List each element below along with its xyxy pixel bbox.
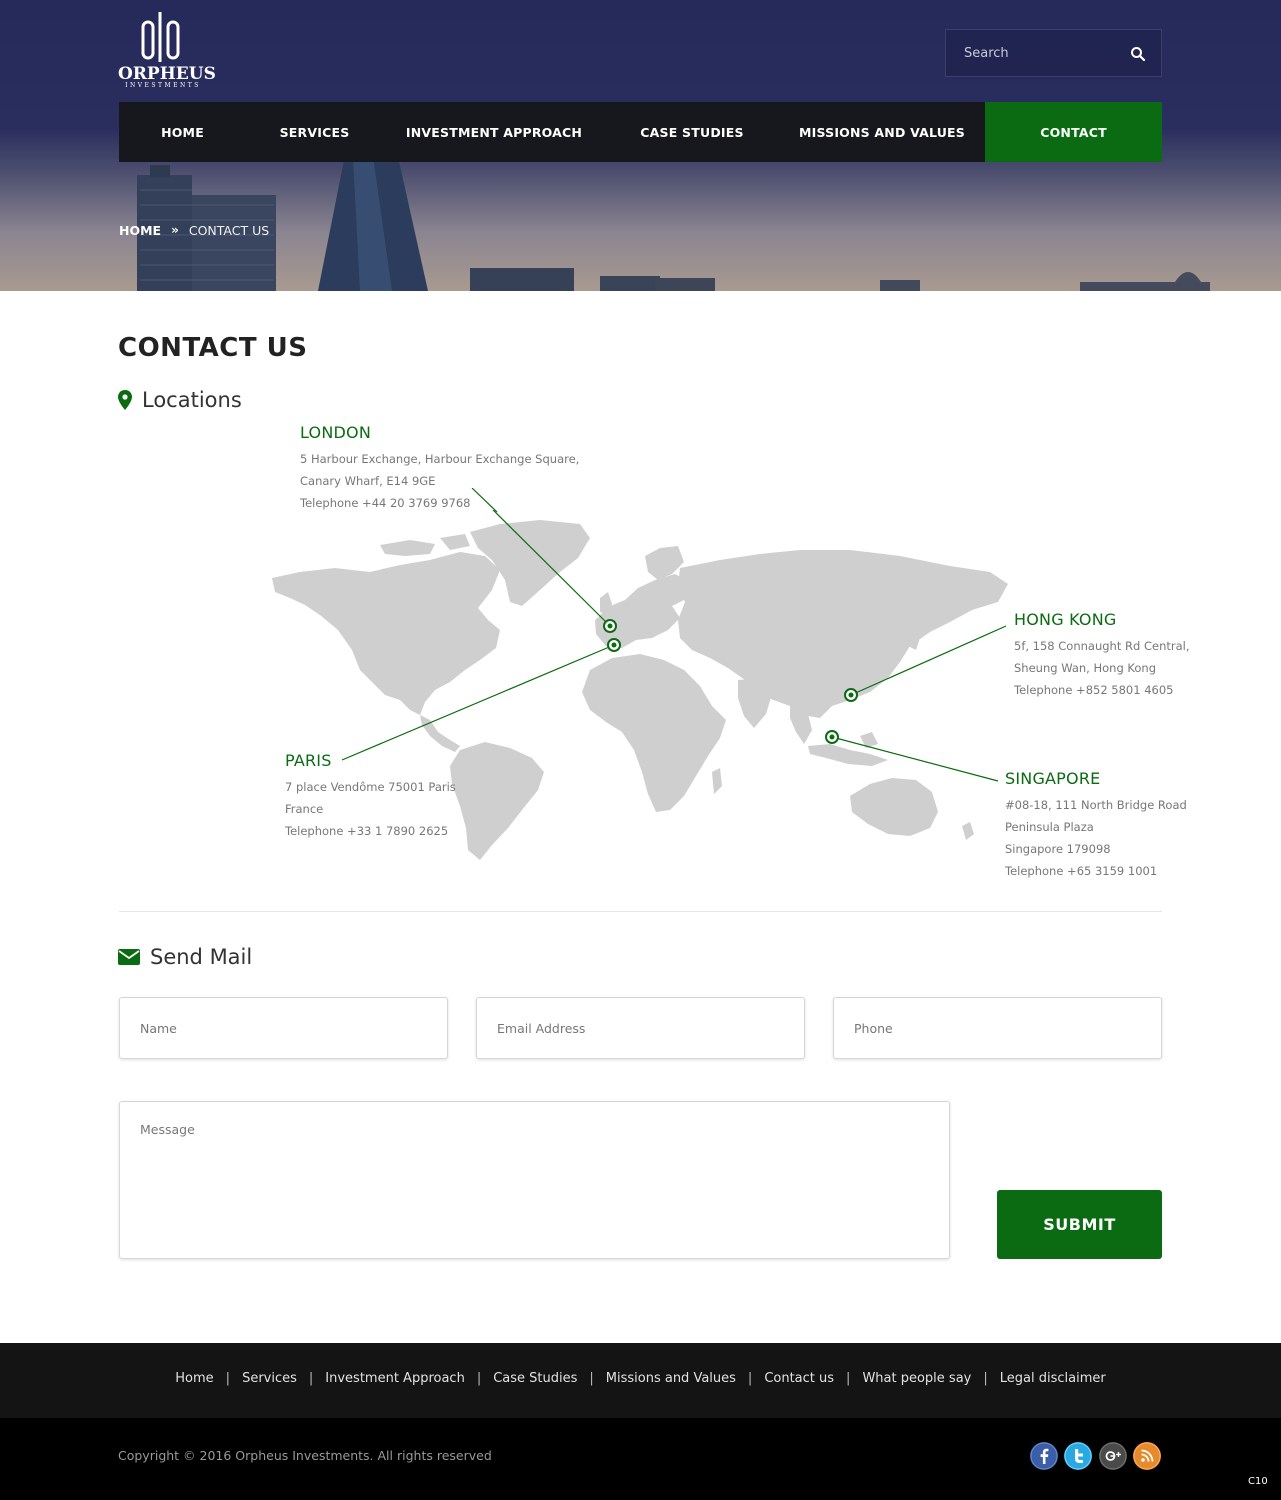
london-marker-icon[interactable] bbox=[603, 619, 617, 633]
nav-item-contact[interactable]: CONTACT bbox=[985, 102, 1162, 162]
phone-field[interactable] bbox=[833, 997, 1162, 1059]
location-name: LONDON bbox=[300, 423, 371, 442]
submit-button[interactable]: SUBMIT bbox=[997, 1190, 1162, 1259]
location-address-line: Canary Wharf, E14 9GE bbox=[300, 474, 436, 488]
footer-nav: Home | Services | Investment Approach | … bbox=[0, 1371, 1281, 1386]
locations-heading: Locations bbox=[118, 388, 242, 412]
map-marker-icon bbox=[118, 390, 132, 410]
search-box bbox=[945, 29, 1162, 77]
locations-heading-text: Locations bbox=[142, 388, 242, 412]
breadcrumb-current: CONTACT US bbox=[188, 222, 270, 238]
footer-separator: | bbox=[225, 1371, 231, 1386]
location-phone: Telephone +33 1 7890 2625 bbox=[285, 824, 449, 838]
twitter-glyph-icon bbox=[1064, 1442, 1092, 1470]
footer-link-legal-disclaimer[interactable]: Legal disclaimer bbox=[1000, 1371, 1106, 1386]
location-address-line: 5f, 158 Connaught Rd Central, bbox=[1014, 639, 1190, 653]
facebook-glyph-icon bbox=[1030, 1442, 1058, 1470]
footer-link-contact-us[interactable]: Contact us bbox=[764, 1371, 834, 1386]
footer-link-missions-and-values[interactable]: Missions and Values bbox=[606, 1371, 736, 1386]
envelope-icon bbox=[118, 949, 140, 965]
location-address-line: Sheung Wan, Hong Kong bbox=[1014, 661, 1156, 675]
brand-tagline: INVESTMENTS bbox=[125, 82, 201, 89]
footer-separator: | bbox=[476, 1371, 482, 1386]
logo-mark-icon bbox=[141, 12, 180, 62]
location-phone: Telephone +65 3159 1001 bbox=[1005, 864, 1158, 878]
send-mail-heading: Send Mail bbox=[118, 945, 252, 969]
message-field[interactable] bbox=[119, 1101, 950, 1259]
section-divider bbox=[119, 911, 1162, 912]
page-code-label: C10 bbox=[1248, 1476, 1268, 1487]
name-field[interactable] bbox=[119, 997, 448, 1059]
send-mail-heading-text: Send Mail bbox=[150, 945, 253, 969]
footer-separator: | bbox=[589, 1371, 594, 1386]
breadcrumb-home-link[interactable]: HOME bbox=[119, 223, 161, 238]
nav-item-case-studies[interactable]: CASE STUDIES bbox=[605, 102, 779, 162]
singapore-marker-icon[interactable] bbox=[825, 730, 839, 744]
footer-separator: | bbox=[747, 1371, 753, 1386]
twitter-icon[interactable] bbox=[1064, 1442, 1092, 1470]
main-navigation: HOME SERVICES INVESTMENT APPROACH CASE S… bbox=[119, 102, 1162, 162]
footer-link-what-people-say[interactable]: What people say bbox=[862, 1371, 971, 1386]
hero-banner: ORPHEUS INVESTMENTS HOME SERVICES INVEST… bbox=[0, 0, 1281, 291]
location-phone: Telephone +44 20 3769 9768 bbox=[300, 496, 471, 510]
location-name: HONG KONG bbox=[1014, 610, 1117, 629]
email-field[interactable] bbox=[476, 997, 805, 1059]
footer-separator: | bbox=[308, 1371, 314, 1386]
footer-link-home[interactable]: Home bbox=[175, 1371, 213, 1386]
paris-marker-icon[interactable] bbox=[607, 638, 621, 652]
nav-item-services[interactable]: SERVICES bbox=[246, 102, 383, 162]
location-address-line: 7 place Vendôme 75001 Paris bbox=[285, 780, 456, 794]
footer-link-case-studies[interactable]: Case Studies bbox=[493, 1371, 577, 1386]
hongkong-marker-icon[interactable] bbox=[844, 688, 858, 702]
location-address-line: Singapore 179098 bbox=[1005, 842, 1111, 856]
footer-separator: | bbox=[846, 1371, 851, 1386]
nav-item-home[interactable]: HOME bbox=[119, 102, 246, 162]
nav-item-investment-approach[interactable]: INVESTMENT APPROACH bbox=[383, 102, 605, 162]
location-address-line: France bbox=[285, 802, 324, 816]
breadcrumb-separator: » bbox=[171, 223, 179, 237]
footer-separator: | bbox=[983, 1371, 988, 1386]
location-singapore: SINGAPORE #08-18, 111 North Bridge Road … bbox=[1005, 769, 1187, 882]
rss-icon[interactable] bbox=[1133, 1442, 1161, 1470]
location-address-line: Peninsula Plaza bbox=[1005, 820, 1094, 834]
location-london: LONDON 5 Harbour Exchange, Harbour Excha… bbox=[300, 423, 579, 514]
footer-link-investment-approach[interactable]: Investment Approach bbox=[325, 1371, 465, 1386]
brand-name: ORPHEUS bbox=[118, 64, 216, 84]
location-address-line: #08-18, 111 North Bridge Road bbox=[1005, 798, 1187, 812]
location-paris: PARIS 7 place Vendôme 75001 Paris France… bbox=[285, 751, 456, 842]
search-icon[interactable] bbox=[1130, 46, 1146, 62]
nav-item-missions-and-values[interactable]: MISSIONS AND VALUES bbox=[779, 102, 985, 162]
location-phone: Telephone +852 5801 4605 bbox=[1014, 683, 1174, 697]
google-plus-glyph-icon bbox=[1099, 1442, 1127, 1470]
copyright-text: Copyright © 2016 Orpheus Investments. Al… bbox=[118, 1448, 492, 1463]
orpheus-logo[interactable]: ORPHEUS INVESTMENTS bbox=[118, 10, 216, 90]
footer-link-services[interactable]: Services bbox=[242, 1371, 297, 1386]
search-input[interactable] bbox=[946, 30, 1126, 76]
facebook-icon[interactable] bbox=[1030, 1442, 1058, 1470]
location-address-line: 5 Harbour Exchange, Harbour Exchange Squ… bbox=[300, 452, 580, 466]
location-hong-kong: HONG KONG 5f, 158 Connaught Rd Central, … bbox=[1014, 610, 1190, 701]
google-plus-icon[interactable] bbox=[1099, 1442, 1127, 1470]
location-name: PARIS bbox=[285, 751, 332, 770]
breadcrumb: HOME » CONTACT US bbox=[119, 222, 269, 238]
location-name: SINGAPORE bbox=[1005, 769, 1101, 788]
page-title: CONTACT US bbox=[118, 333, 308, 363]
rss-glyph-icon bbox=[1133, 1442, 1161, 1470]
